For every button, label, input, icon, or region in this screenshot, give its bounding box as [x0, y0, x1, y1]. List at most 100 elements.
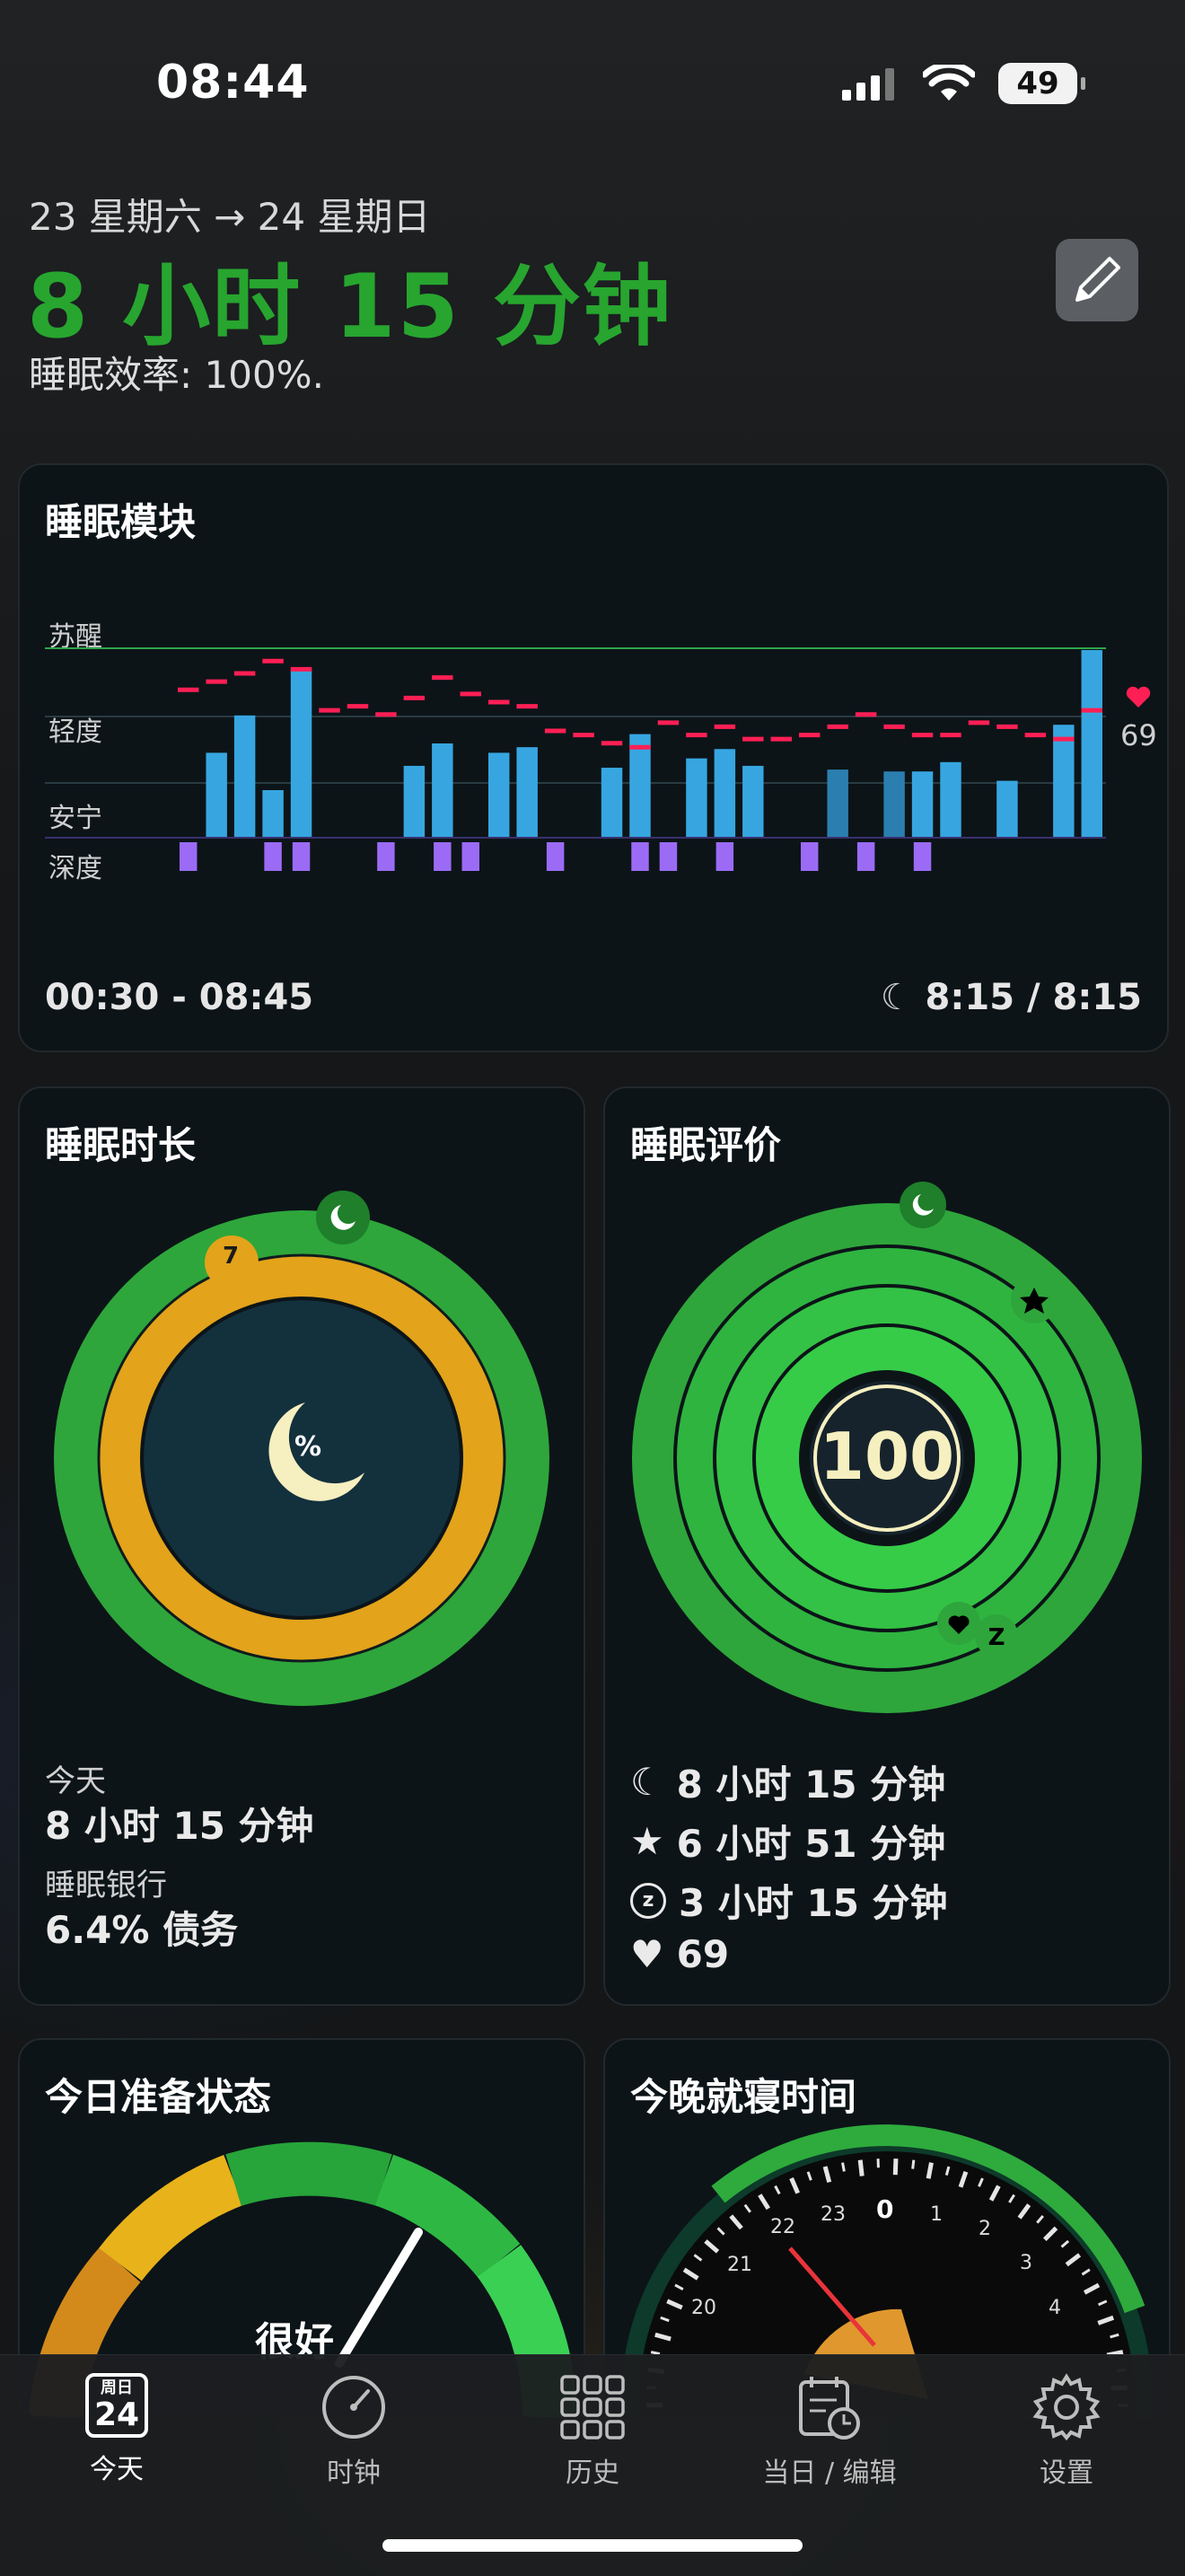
sleep-bar: [234, 716, 255, 837]
deep-sleep-block: [631, 842, 648, 871]
tab-settings[interactable]: 设置: [977, 2373, 1156, 2490]
tab-history[interactable]: 历史: [503, 2373, 682, 2490]
wifi-icon: [923, 65, 975, 102]
z-icon: z: [630, 1883, 666, 1919]
score-row-heart-rate: ♥ 69: [630, 1932, 729, 1976]
hour-tick-label: ·: [1146, 895, 1155, 896]
card-title: 睡眠时长: [45, 1115, 196, 1170]
hour-tick-label: ·: [531, 895, 540, 896]
hour-tick-label: ·: [161, 895, 170, 896]
moon-icon: ☾: [630, 1760, 664, 1804]
status-time: 08:44: [156, 56, 310, 110]
heart-rate-value: 69: [1120, 718, 1157, 752]
tab-clock[interactable]: 时钟: [264, 2373, 443, 2490]
sleep-bar: [1082, 650, 1102, 837]
sleep-bar: [827, 769, 847, 837]
sleep-total: ☾ 8:15 / 8:15: [881, 977, 1142, 1018]
sleep-bar: [206, 752, 226, 837]
sleep-bar: [488, 752, 509, 837]
score-row-deep: z 3 小时 15 分钟: [630, 1873, 948, 1928]
sleep-bar: [516, 747, 537, 837]
calendar-clock-icon: [795, 2373, 864, 2441]
deep-sleep-block: [293, 842, 310, 871]
cellular-signal-icon: [842, 66, 900, 101]
hour-tick-label: 3: [464, 892, 482, 896]
percent-symbol: %: [294, 1431, 321, 1463]
hour-tick-label: ·: [777, 895, 786, 896]
hour-tick-label: ·: [654, 895, 663, 896]
svg-text:Z: Z: [988, 1624, 1005, 1651]
tab-label: 时钟: [327, 2450, 381, 2490]
sleep-bar: [912, 771, 933, 837]
deep-sleep-block: [547, 842, 564, 871]
sleep-efficiency: 睡眠效率: 100%.: [29, 345, 324, 400]
battery-indicator: 49: [998, 63, 1077, 104]
moon-icon: [900, 1182, 946, 1228]
sleep-bank-label: 睡眠银行: [45, 1860, 167, 1904]
sleep-bar: [601, 768, 622, 837]
hour-tick-label: 6: [834, 892, 852, 896]
sleep-bar: [940, 762, 961, 837]
sleep-bar: [715, 749, 735, 837]
sleep-bar: [291, 669, 312, 837]
sleep-bank-value: 6.4% 债务: [45, 1900, 238, 1955]
star-icon: ★: [630, 1819, 664, 1863]
hour-tick-label: 8: [1080, 892, 1098, 896]
sleep-time-range: 00:30 - 08:45: [45, 977, 313, 1018]
sleep-score-card[interactable]: 睡眠评价 Z 100 ☾ 8 小时 15 分钟 ★ 6 小时 51 分钟 z 3…: [603, 1086, 1171, 2006]
tab-label: 历史: [566, 2450, 619, 2490]
hour-tick-label: 7: [957, 892, 975, 896]
sleep-module-card[interactable]: 睡眠模块 苏醒 轻度 安宁 深度 ·1·2·3·4·5·6·7·8· 69 00…: [18, 463, 1169, 1052]
sleep-bar: [742, 766, 763, 837]
dial-label-4: 4: [1049, 2297, 1061, 2319]
heart-icon: [1127, 687, 1150, 708]
deep-sleep-block: [857, 842, 874, 871]
sleep-duration-headline: 8 小时 15 分钟: [27, 235, 672, 363]
hour-tick-label: 1: [217, 892, 235, 896]
grid-icon: [558, 2373, 627, 2441]
dial-label-21: 21: [727, 2254, 752, 2276]
gear-icon: [1032, 2373, 1101, 2441]
pencil-icon: [1068, 251, 1126, 309]
edit-button[interactable]: [1056, 239, 1138, 321]
dial-label-0: 0: [876, 2194, 893, 2224]
tab-today[interactable]: 周日 24 今天: [27, 2373, 206, 2486]
hour-tick-label: 2: [341, 892, 359, 896]
date-range: 23 星期六 → 24 星期日: [29, 187, 430, 242]
moon-icon: ☾: [881, 977, 913, 1018]
tab-day-edit[interactable]: 当日 / 编辑: [740, 2373, 919, 2490]
calendar-day-icon: 周日 24: [85, 2373, 148, 2438]
dial-tick: [843, 2163, 845, 2172]
sleep-duration-card[interactable]: 睡眠时长 7 % 今天 8 小时 15 分钟 睡眠银行 6.4% 债务: [18, 1086, 585, 2006]
sleep-bar: [686, 759, 707, 837]
sleep-bar: [262, 790, 283, 837]
deep-sleep-block: [716, 842, 733, 871]
today-label: 今天: [45, 1756, 106, 1800]
today-value: 8 小时 15 分钟: [45, 1796, 314, 1851]
score-row-duration: ☾ 8 小时 15 分钟: [630, 1754, 945, 1809]
tab-label: 设置: [1040, 2450, 1093, 2490]
score-row-quality: ★ 6 小时 51 分钟: [630, 1814, 945, 1868]
deep-sleep-block: [377, 842, 394, 871]
dial-tick: [913, 2160, 914, 2169]
deep-sleep-block: [462, 842, 479, 871]
dial-tick: [928, 2163, 931, 2179]
tab-label: 今天: [90, 2447, 144, 2486]
deep-sleep-block: [801, 842, 818, 871]
hour-tick-label: 5: [710, 892, 728, 896]
home-indicator[interactable]: [382, 2539, 803, 2552]
dial-label-22: 22: [770, 2216, 795, 2238]
sleep-bar: [1053, 725, 1074, 837]
dial-label-2: 2: [979, 2218, 991, 2240]
heart-icon: ♥: [630, 1932, 664, 1976]
hour-tick-label: ·: [1023, 895, 1032, 896]
hour-tick-label: ·: [900, 895, 909, 896]
dial-tick: [860, 2160, 862, 2176]
clock-icon: [320, 2373, 388, 2441]
dial-label-23: 23: [821, 2203, 846, 2226]
dial-label-1: 1: [930, 2203, 943, 2226]
sleep-bar: [996, 781, 1017, 837]
card-title: 睡眠评价: [630, 1115, 781, 1170]
dial-label-3: 3: [1020, 2252, 1032, 2274]
sleep-bar: [404, 766, 425, 837]
